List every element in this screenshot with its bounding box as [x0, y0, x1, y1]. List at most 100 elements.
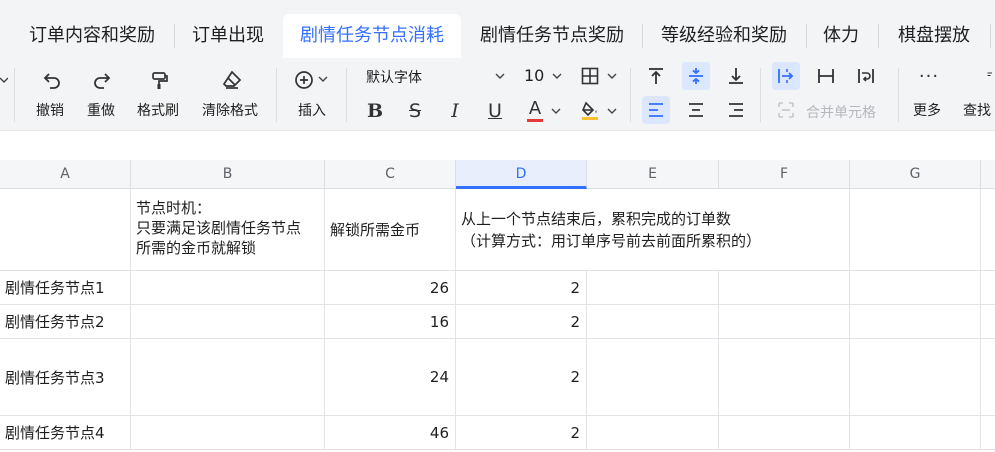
cell-g1[interactable] — [850, 189, 981, 271]
cell-a3[interactable]: 剧情任务节点2 — [0, 305, 131, 339]
undo-icon[interactable] — [40, 68, 64, 92]
redo-icon[interactable] — [90, 68, 114, 92]
cell-c1-text: 解锁所需金币 — [330, 221, 421, 239]
cell-g5[interactable] — [850, 416, 981, 450]
cell-a4[interactable]: 剧情任务节点3 — [0, 339, 131, 416]
text-wrap-icon[interactable] — [852, 62, 880, 90]
cell-g4[interactable] — [850, 339, 981, 416]
font-family-select[interactable]: 默认字体 — [366, 67, 422, 87]
bold-icon[interactable]: B — [364, 98, 386, 124]
cell-d4[interactable]: 2 — [456, 339, 587, 416]
cell-f2[interactable] — [719, 271, 850, 305]
column-header-g[interactable]: G — [850, 160, 981, 189]
cell-h4[interactable] — [981, 339, 995, 416]
cell-e3[interactable] — [587, 305, 719, 339]
column-header-a[interactable]: A — [0, 160, 131, 189]
text-clip-icon[interactable] — [812, 62, 840, 90]
align-bottom-icon[interactable] — [722, 62, 750, 90]
plus-circle-icon[interactable] — [292, 68, 316, 92]
align-middle-icon[interactable] — [682, 62, 710, 90]
chevron-down-icon[interactable] — [606, 71, 618, 81]
undo-button[interactable]: 撤销 — [36, 100, 64, 120]
cell-d3[interactable]: 2 — [456, 305, 587, 339]
redo-button[interactable]: 重做 — [87, 100, 115, 120]
cell-c4[interactable]: 24 — [325, 339, 456, 416]
cell-h5[interactable] — [981, 416, 995, 450]
tab-board-layout[interactable]: 棋盘摆放 — [884, 14, 984, 58]
italic-icon[interactable]: I — [444, 98, 466, 124]
cell-g2[interactable] — [850, 271, 981, 305]
cell-b5[interactable] — [131, 416, 325, 450]
chevron-down-icon[interactable] — [550, 106, 562, 116]
node-name: 剧情任务节点1 — [5, 279, 105, 297]
cell-c3[interactable]: 16 — [325, 305, 456, 339]
chevron-down-icon[interactable] — [606, 106, 618, 116]
cell-h2[interactable] — [981, 271, 995, 305]
font-size-select[interactable]: 10 — [524, 66, 544, 85]
cell-e5[interactable] — [587, 416, 719, 450]
text-color-icon[interactable]: A — [524, 96, 546, 124]
align-center-icon[interactable] — [682, 96, 710, 124]
format-painter-button[interactable]: 格式刷 — [137, 100, 179, 120]
tab-order-content[interactable]: 订单内容和奖励 — [14, 14, 170, 58]
cell-a5[interactable]: 剧情任务节点4 — [0, 416, 131, 450]
clear-format-button[interactable]: 清除格式 — [202, 100, 258, 120]
borders-icon[interactable] — [579, 65, 601, 87]
insert-button[interactable]: 插入 — [298, 100, 326, 120]
tab-level-exp[interactable]: 等级经验和奖励 — [648, 14, 800, 58]
cell-a1[interactable] — [0, 189, 131, 271]
align-left-icon[interactable] — [642, 96, 670, 124]
find-button[interactable]: 查找 — [963, 100, 991, 120]
text-overflow-icon[interactable] — [772, 62, 800, 90]
fill-color-icon[interactable] — [578, 96, 602, 124]
column-header-f[interactable]: F — [719, 160, 850, 189]
cell-h3[interactable] — [981, 305, 995, 339]
cell-h1[interactable] — [981, 189, 995, 271]
cell-f4[interactable] — [719, 339, 850, 416]
more-icon[interactable]: ··· — [915, 66, 943, 87]
find-icon[interactable] — [986, 66, 995, 86]
chevron-down-icon[interactable] — [318, 74, 328, 84]
toolbar: 撤销 重做 格式刷 清除格式 插入 默认字体 10 B S I U A 合并单元… — [0, 58, 995, 130]
coins-value: 26 — [429, 278, 449, 297]
chevron-down-icon[interactable] — [551, 71, 563, 81]
tab-story-reward[interactable]: 剧情任务节点奖励 — [468, 14, 636, 58]
tab-story-cost[interactable]: 剧情任务节点消耗 — [283, 14, 461, 58]
cell-b2[interactable] — [131, 271, 325, 305]
cell-c1[interactable]: 解锁所需金币 — [325, 189, 456, 271]
cell-b4[interactable] — [131, 339, 325, 416]
tab-stamina[interactable]: 体力 — [812, 14, 870, 58]
underline-icon[interactable]: U — [484, 98, 506, 124]
eraser-icon[interactable] — [220, 68, 244, 92]
chevron-down-icon[interactable] — [494, 71, 506, 81]
cell-f3[interactable] — [719, 305, 850, 339]
column-header-h[interactable] — [981, 160, 995, 189]
align-top-icon[interactable] — [642, 62, 670, 90]
cell-f5[interactable] — [719, 416, 850, 450]
cell-d1-merged[interactable]: 从上一个节点结束后，累积完成的订单数 （计算方式：用订单序号前去前面所累积的） — [456, 189, 850, 271]
cell-c2[interactable]: 26 — [325, 271, 456, 305]
column-header-b[interactable]: B — [131, 160, 325, 189]
format-painter-icon[interactable] — [147, 68, 171, 92]
cell-d5[interactable]: 2 — [456, 416, 587, 450]
strikethrough-icon[interactable]: S — [404, 98, 426, 124]
cell-b1[interactable]: 节点时机： 只要满足该剧情任务节点 所需的金币就解锁 — [131, 189, 325, 271]
cell-b3[interactable] — [131, 305, 325, 339]
orders-value: 2 — [570, 368, 580, 386]
cell-d2[interactable]: 2 — [456, 271, 587, 305]
chevron-down-icon[interactable] — [0, 70, 8, 90]
column-header-c[interactable]: C — [325, 160, 456, 189]
more-button[interactable]: 更多 — [913, 100, 941, 120]
column-header-d[interactable]: D — [456, 160, 587, 189]
merge-cells-button[interactable]: 合并单元格 — [806, 102, 876, 122]
cell-a2[interactable]: 剧情任务节点1 — [0, 271, 131, 305]
cell-g3[interactable] — [850, 305, 981, 339]
merge-cells-icon[interactable] — [776, 100, 796, 120]
cell-c5[interactable]: 46 — [325, 416, 456, 450]
formula-bar-area — [0, 130, 995, 160]
column-header-e[interactable]: E — [587, 160, 719, 189]
cell-e4[interactable] — [587, 339, 719, 416]
cell-e2[interactable] — [587, 271, 719, 305]
align-right-icon[interactable] — [722, 96, 750, 124]
tab-order-appear[interactable]: 订单出现 — [180, 14, 276, 58]
